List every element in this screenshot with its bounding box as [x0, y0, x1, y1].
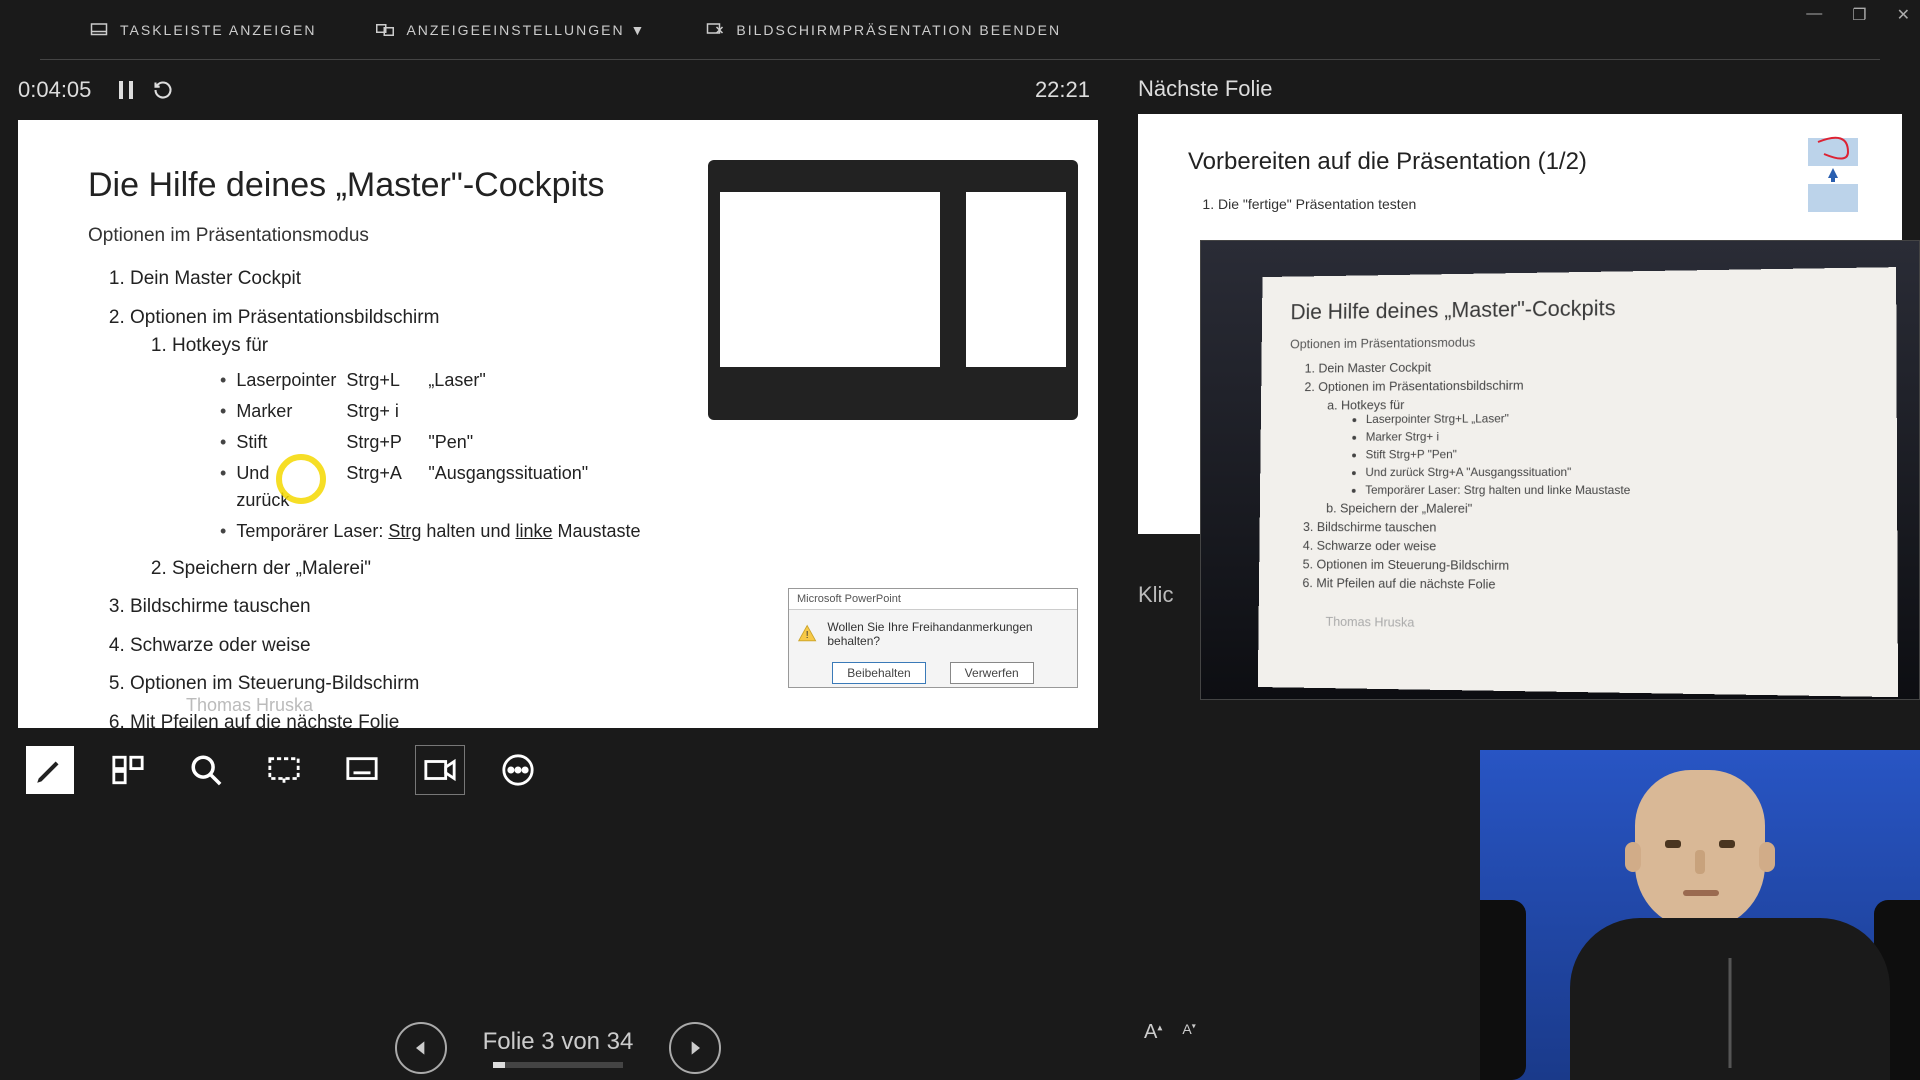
font-increase-button[interactable]: A▴ [1144, 1021, 1162, 1044]
pause-button[interactable] [119, 81, 133, 99]
display-settings-label: ANZEIGEEINSTELLUNGEN ▼ [406, 22, 646, 38]
end-slideshow-label: BILDSCHIRMPRÄSENTATION BEENDEN [736, 22, 1061, 38]
font-decrease-button[interactable]: A▾ [1182, 1021, 1195, 1044]
projected-monitor-photo: Die Hilfe deines „Master"-Cockpits Optio… [1200, 240, 1920, 700]
hotkey-pen: StiftStrg+P"Pen" [220, 429, 1028, 456]
display-settings-button[interactable]: ANZEIGEEINSTELLUNGEN ▼ [376, 21, 646, 39]
prev-slide-button[interactable] [395, 1022, 447, 1074]
camera-button[interactable] [416, 746, 464, 794]
end-show-icon [706, 21, 724, 39]
slide-progress [493, 1062, 623, 1068]
dialog-keep-button: Beibehalten [832, 662, 925, 684]
end-slideshow-button[interactable]: BILDSCHIRMPRÄSENTATION BEENDEN [706, 21, 1061, 39]
more-options-button[interactable] [494, 746, 542, 794]
next-slide-item-1: Die "fertige" Präsentation testen [1218, 196, 1862, 212]
zoom-button[interactable] [182, 746, 230, 794]
next-slide-title: Vorbereiten auf die Präsentation (1/2) [1188, 148, 1862, 176]
slide-counter: Folie 3 von 34 [483, 1028, 634, 1056]
embedded-screenshot [708, 160, 1078, 420]
embedded-dialog: Microsoft PowerPoint ! Wollen Sie Ihre F… [788, 588, 1078, 688]
next-slide-button[interactable] [669, 1022, 721, 1074]
slide-item-2b: Speichern der „Malerei" [172, 555, 1028, 584]
next-slide-graphic [1798, 134, 1868, 214]
close-button[interactable]: ✕ [1897, 5, 1910, 25]
slide-progress-fill [493, 1062, 505, 1068]
slide-author: Thomas Hruska [186, 695, 313, 716]
show-taskbar-label: TASKLEISTE ANZEIGEN [120, 22, 316, 38]
hotkey-reset: Und zurückStrg+A"Ausgangssituation" [220, 460, 1028, 514]
slide-view-button[interactable] [104, 746, 152, 794]
clock-time: 22:21 [1035, 77, 1090, 103]
black-screen-button[interactable] [260, 746, 308, 794]
dialog-discard-button: Verwerfen [950, 662, 1034, 684]
next-slide-label: Nächste Folie [1138, 60, 1902, 114]
show-taskbar-button[interactable]: TASKLEISTE ANZEIGEN [90, 21, 316, 39]
dialog-message: Wollen Sie Ihre Freihandanmerkungen beha… [827, 620, 1069, 648]
restart-timer-button[interactable] [153, 80, 173, 100]
pen-tool-button[interactable] [26, 746, 74, 794]
dialog-title: Microsoft PowerPoint [789, 589, 1077, 610]
elapsed-time: 0:04:05 [18, 77, 91, 103]
subtitle-button[interactable] [338, 746, 386, 794]
hotkey-templaser: Temporärer Laser: Strg halten und linke … [220, 518, 1028, 545]
taskbar-icon [90, 21, 108, 39]
presenter-webcam[interactable] [1480, 750, 1920, 1080]
warning-icon: ! [797, 623, 817, 645]
svg-text:!: ! [806, 630, 809, 641]
displays-icon [376, 21, 394, 39]
current-slide[interactable]: Die Hilfe deines „Master"-Cockpits Optio… [18, 120, 1098, 728]
